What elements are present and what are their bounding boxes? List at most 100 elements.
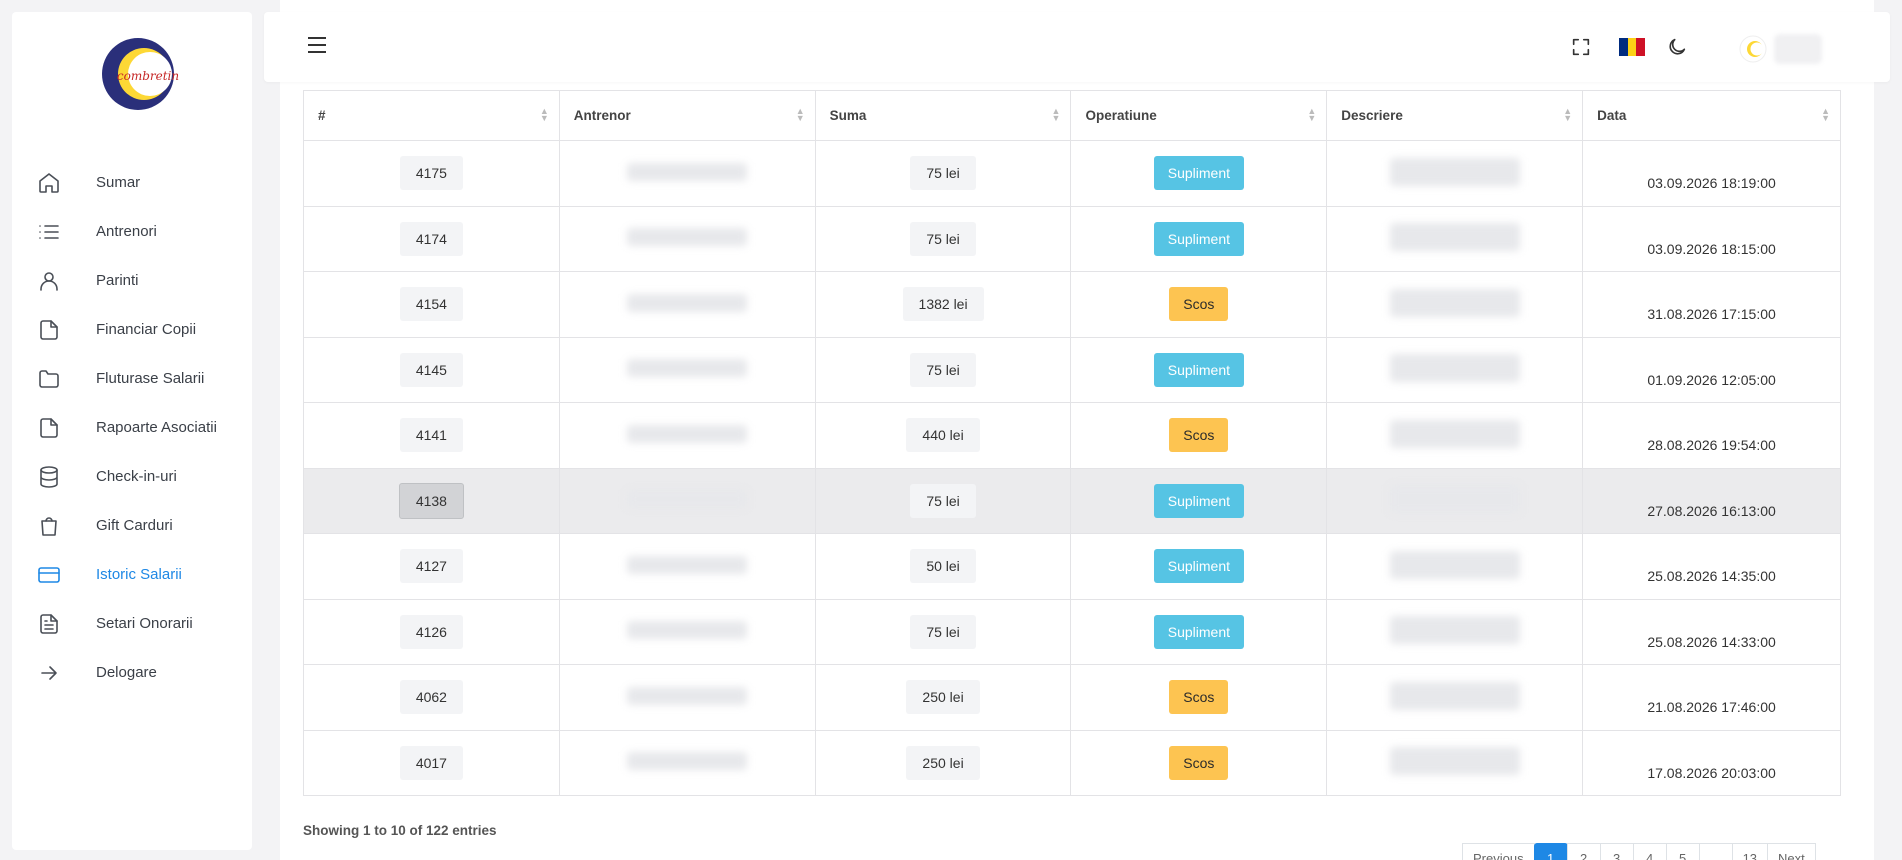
page-13-button[interactable]: 13 — [1731, 843, 1769, 860]
page-5-button[interactable]: 5 — [1665, 843, 1700, 860]
amount-cell: 440 lei — [814, 402, 1072, 469]
sidebar-item-parinti[interactable]: Parinti — [12, 256, 252, 305]
description-blurred — [1389, 485, 1520, 514]
trainer-cell — [558, 140, 816, 207]
sidebar-item-gift-carduri[interactable]: Gift Carduri — [12, 501, 252, 550]
row-id: 4126 — [399, 614, 463, 649]
operation-badge[interactable]: Scos — [1169, 680, 1229, 715]
page--button[interactable]: ... — [1698, 843, 1733, 860]
date-cell: 03.09.2026 18:15:00 — [1582, 205, 1841, 272]
date-cell: 25.08.2026 14:35:00 — [1582, 533, 1841, 600]
page-1-button[interactable]: 1 — [1533, 843, 1568, 860]
hamburger-icon[interactable] — [308, 37, 328, 57]
date-cell: 01.09.2026 12:05:00 — [1582, 336, 1841, 403]
id-cell: 4175 — [303, 140, 560, 207]
amount-cell: 50 lei — [814, 533, 1072, 600]
operation-badge[interactable]: Supliment — [1153, 614, 1244, 649]
user-menu[interactable] — [1738, 32, 1828, 66]
id-cell: 4017 — [303, 729, 560, 796]
amount: 1382 lei — [902, 287, 984, 322]
column-header[interactable]: # ▲ ▼ — [303, 90, 560, 141]
description-blurred — [1389, 354, 1520, 383]
table-row[interactable]: 4062 250 lei Scos 21.08.2026 17:46:00 — [303, 664, 1841, 731]
column-header[interactable]: Operatiune ▲ ▼ — [1070, 90, 1328, 141]
sidebar-item-antrenori[interactable]: Antrenori — [12, 207, 252, 256]
page-4-button[interactable]: 4 — [1632, 843, 1667, 860]
operation-badge[interactable]: Supliment — [1153, 156, 1244, 191]
id-cell: 4127 — [303, 533, 560, 600]
description-blurred — [1389, 681, 1520, 710]
amount: 75 lei — [910, 483, 976, 518]
column-header[interactable]: Descriere ▲ ▼ — [1326, 90, 1584, 141]
column-header[interactable]: Antrenor ▲ ▼ — [558, 90, 816, 141]
romania-flag-icon[interactable] — [1619, 38, 1646, 56]
column-header[interactable]: Suma ▲ ▼ — [814, 90, 1072, 141]
fullscreen-icon[interactable] — [1570, 36, 1594, 60]
operation-badge[interactable]: Supliment — [1153, 221, 1244, 256]
date-value: 25.08.2026 14:35:00 — [1647, 568, 1776, 585]
operation-badge[interactable]: Supliment — [1153, 549, 1244, 584]
amount: 75 lei — [910, 221, 976, 256]
sidebar-item-label: Parinti — [96, 272, 139, 289]
description-cell — [1326, 533, 1584, 600]
description-blurred — [1389, 419, 1520, 448]
sidebar-item-financiar-copii[interactable]: Financiar Copii — [12, 305, 252, 354]
table-row[interactable]: 4174 75 lei Supliment 03.09.2026 18:15:00 — [303, 205, 1841, 272]
sidebar-item-rapoarte-asociatii[interactable]: Rapoarte Asociatii — [12, 403, 252, 452]
table-row[interactable]: 4154 1382 lei Scos 31.08.2026 17:15:00 — [303, 271, 1841, 338]
table-row[interactable]: 4141 440 lei Scos 28.08.2026 19:54:00 — [303, 402, 1841, 469]
table-row[interactable]: 4175 75 lei Supliment 03.09.2026 18:19:00 — [303, 140, 1841, 207]
trainer-cell — [558, 533, 816, 600]
operation-badge[interactable]: Scos — [1169, 287, 1229, 322]
date-cell: 21.08.2026 17:46:00 — [1582, 664, 1841, 731]
sidebar-item-fluturase-salarii[interactable]: Fluturase Salarii — [12, 354, 252, 403]
date-value: 28.08.2026 19:54:00 — [1647, 437, 1776, 454]
sidebar-item-delogare[interactable]: Delogare — [12, 648, 252, 697]
user-name-blurred — [1774, 34, 1822, 64]
description-blurred — [1389, 550, 1520, 579]
table-row[interactable]: 4138 75 lei Supliment 27.08.2026 16:13:00 — [303, 467, 1841, 534]
operation-badge[interactable]: Supliment — [1153, 483, 1244, 518]
brand-logo[interactable]: combretin — [92, 28, 184, 120]
amount: 250 lei — [906, 745, 980, 780]
page-3-button[interactable]: 3 — [1599, 843, 1634, 860]
sort-icon: ▲ ▼ — [795, 106, 805, 123]
id-cell: 4138 — [303, 467, 560, 534]
table-row[interactable]: 4017 250 lei Scos 17.08.2026 20:03:00 — [303, 729, 1841, 796]
sidebar-item-check-in-uri[interactable]: Check-in-uri — [12, 452, 252, 501]
description-blurred — [1389, 223, 1520, 252]
amount-cell: 250 lei — [814, 729, 1072, 796]
database-icon — [36, 464, 62, 490]
row-id: 4138 — [398, 482, 464, 519]
page-previous-button[interactable]: Previous — [1462, 843, 1535, 860]
column-header[interactable]: Data ▲ ▼ — [1582, 90, 1841, 141]
operation-cell: Scos — [1070, 402, 1328, 469]
operation-badge[interactable]: Scos — [1169, 745, 1229, 780]
date-value: 03.09.2026 18:19:00 — [1647, 175, 1776, 192]
operation-cell: Scos — [1070, 271, 1328, 338]
operation-badge[interactable]: Supliment — [1153, 352, 1244, 387]
date-cell: 25.08.2026 14:33:00 — [1582, 598, 1841, 665]
sidebar-item-istoric-salarii[interactable]: Istoric Salarii — [12, 550, 252, 599]
description-cell — [1326, 402, 1584, 469]
sidebar-item-setari-onorarii[interactable]: Setari Onorarii — [12, 599, 252, 648]
id-cell: 4141 — [303, 402, 560, 469]
description-cell — [1326, 271, 1584, 338]
sidebar-item-sumar[interactable]: Sumar — [12, 158, 252, 207]
page-2-button[interactable]: 2 — [1566, 843, 1601, 860]
trainer-cell — [558, 598, 816, 665]
trainer-name-blurred — [627, 162, 748, 181]
trainer-name-blurred — [627, 293, 748, 312]
page-next-button[interactable]: Next — [1767, 843, 1816, 860]
table-row[interactable]: 4126 75 lei Supliment 25.08.2026 14:33:00 — [303, 598, 1841, 665]
operation-badge[interactable]: Scos — [1169, 418, 1229, 453]
date-value: 25.08.2026 14:33:00 — [1647, 633, 1776, 650]
trainer-name-blurred — [627, 621, 748, 640]
sidebar-nav: Sumar Antrenori Parinti Financiar Copii Flut… — [12, 158, 252, 697]
avatar[interactable] — [1738, 34, 1768, 64]
table-row[interactable]: 4145 75 lei Supliment 01.09.2026 12:05:00 — [303, 336, 1841, 403]
table-row[interactable]: 4127 50 lei Supliment 25.08.2026 14:35:00 — [303, 533, 1841, 600]
moon-icon[interactable] — [1666, 36, 1690, 60]
column-header-label: # — [318, 108, 326, 123]
entries-info: Showing 1 to 10 of 122 entries — [303, 823, 497, 838]
